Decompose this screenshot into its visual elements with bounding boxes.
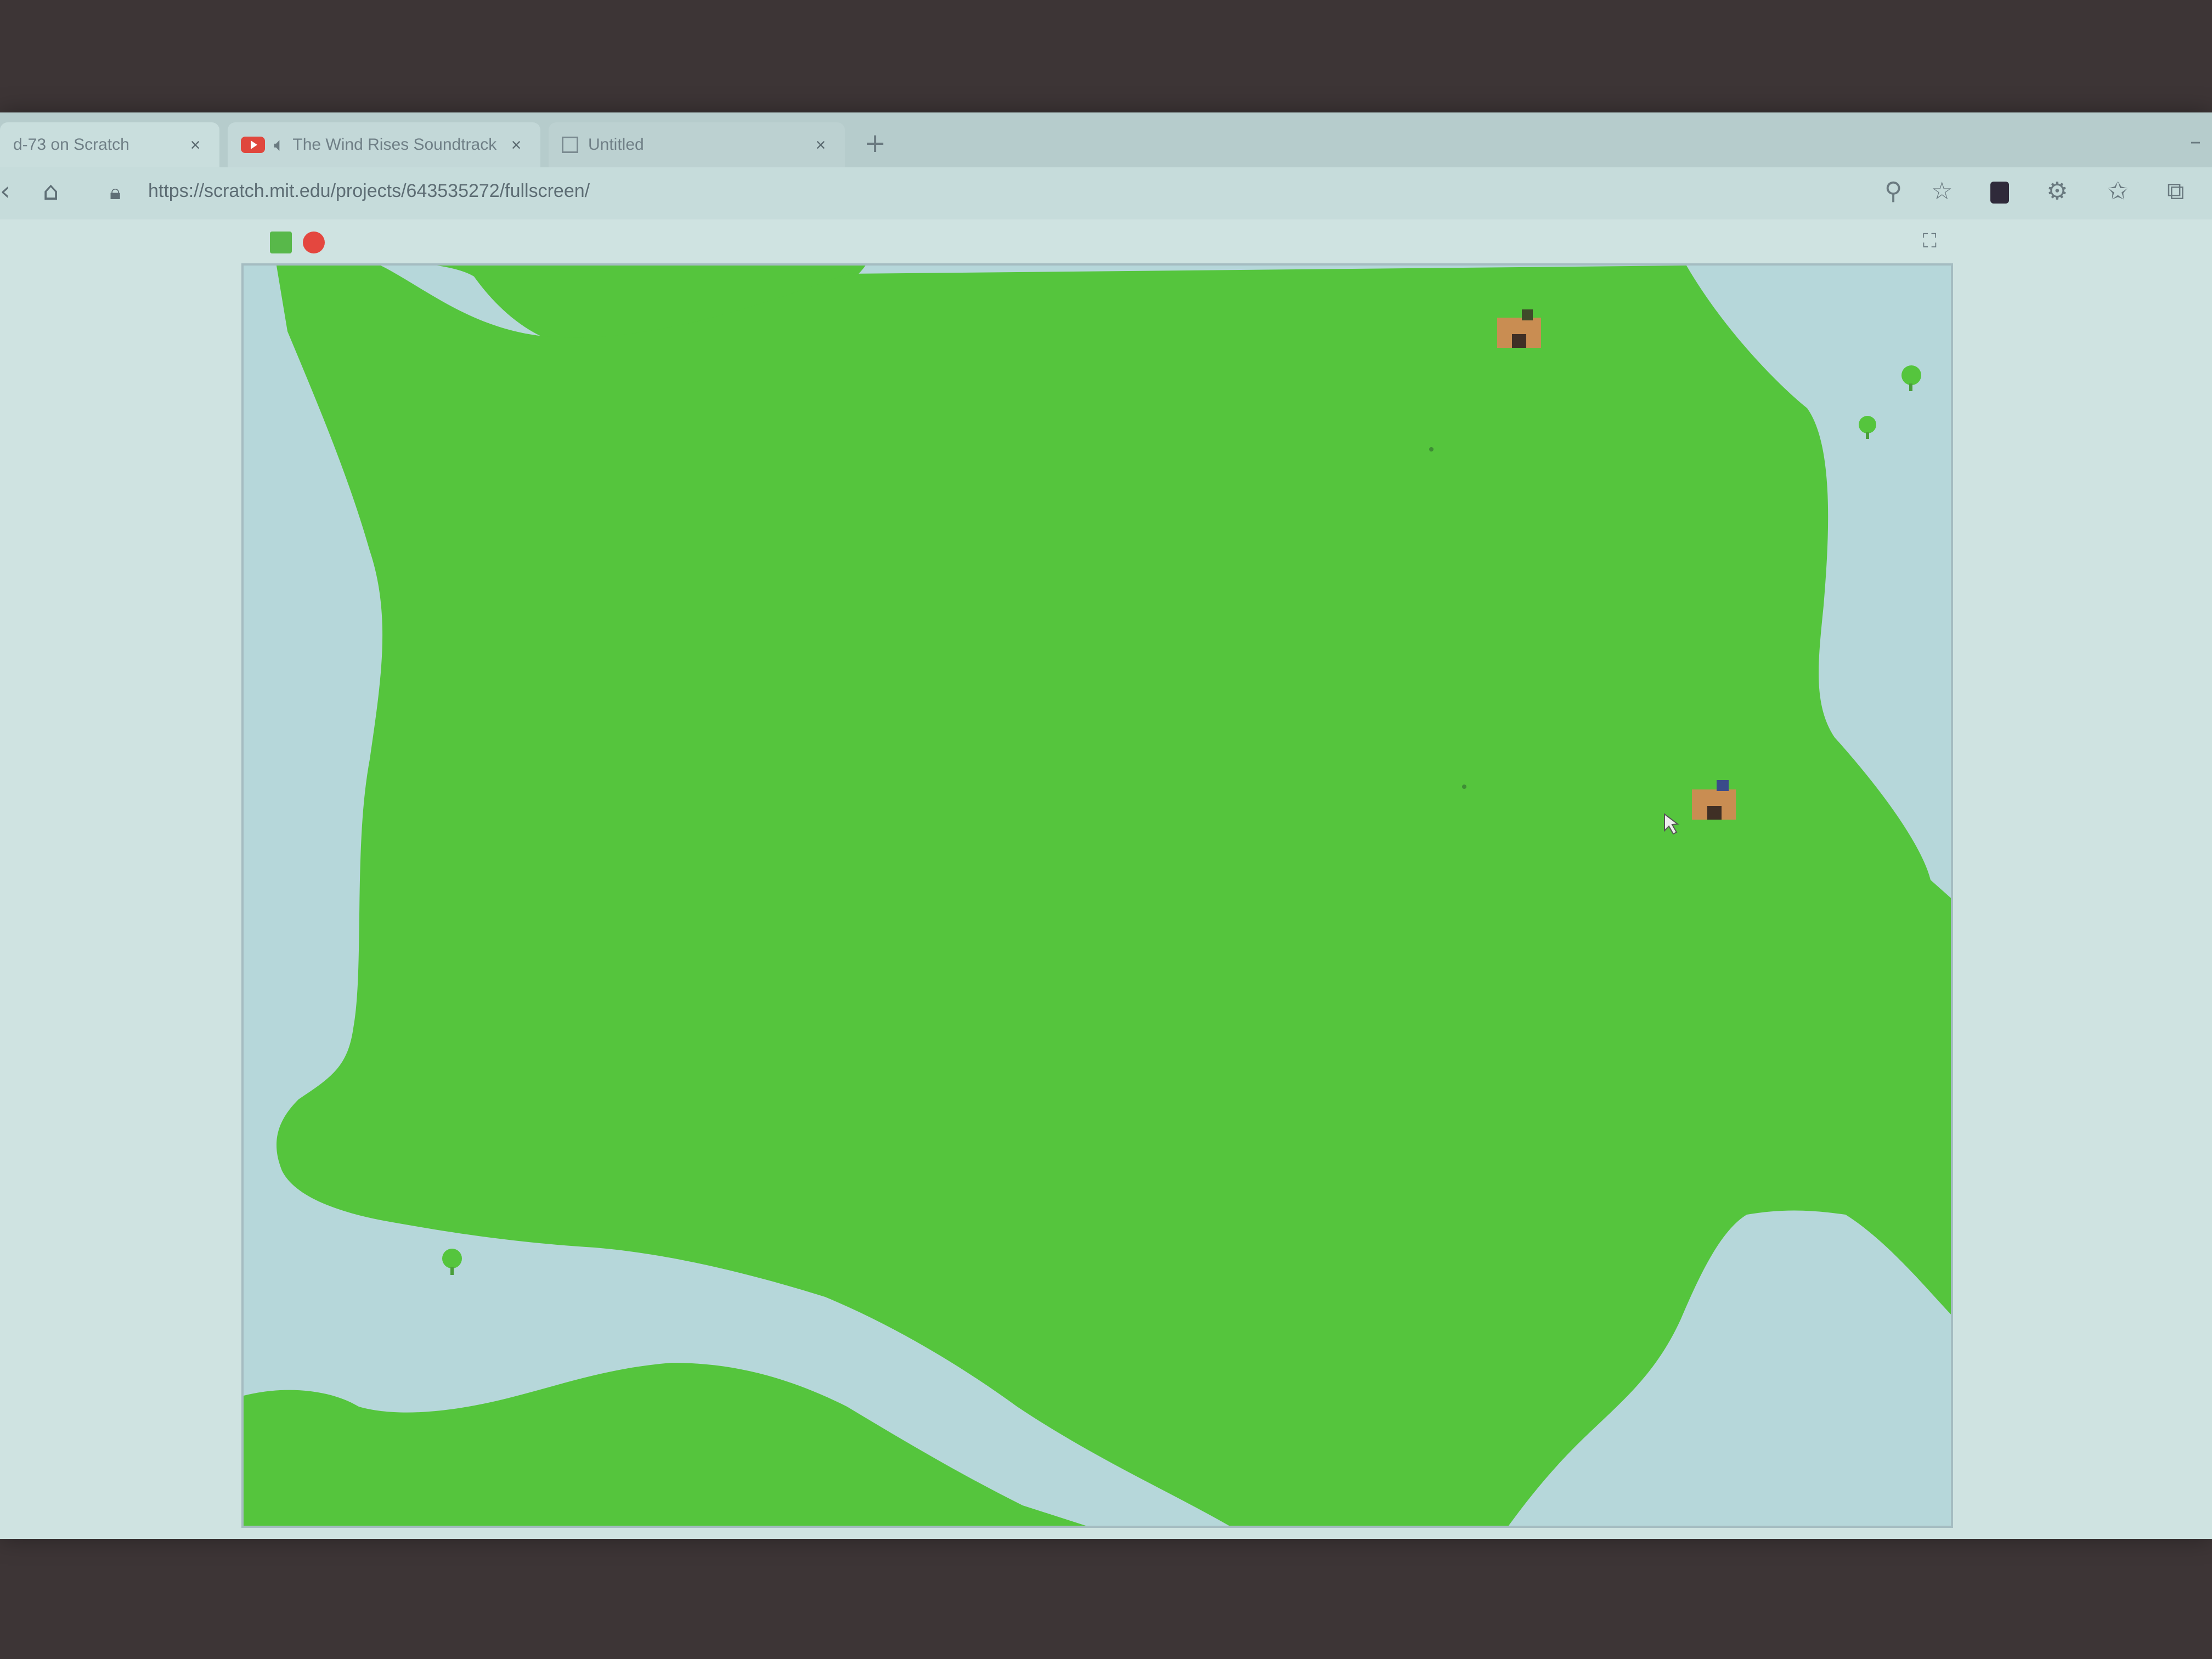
home-icon[interactable]: ⌂ bbox=[43, 178, 59, 204]
address-bar[interactable]: https://scratch.mit.edu/projects/6435352… bbox=[148, 180, 590, 202]
page-icon bbox=[562, 137, 578, 153]
star-icon[interactable]: ✩ bbox=[2108, 179, 2128, 204]
favorites-add-icon[interactable]: ☆ bbox=[1931, 179, 1953, 204]
projected-screen: d-73 on Scratch × 🔈︎ The Wind Rises Soun… bbox=[0, 112, 2212, 1539]
marker-dot bbox=[1462, 785, 1466, 789]
extension-icon[interactable] bbox=[1990, 182, 2009, 204]
minimize-icon[interactable]: – bbox=[2190, 129, 2201, 154]
tree-trunk bbox=[1909, 383, 1912, 391]
close-icon[interactable]: × bbox=[810, 135, 832, 155]
project-stage[interactable] bbox=[241, 263, 1953, 1528]
youtube-icon bbox=[241, 137, 265, 153]
tree-trunk bbox=[450, 1267, 454, 1275]
fullscreen-exit-icon[interactable]: ⛶ bbox=[1923, 232, 1937, 251]
speaker-icon[interactable]: 🔈︎ bbox=[274, 134, 285, 156]
close-icon[interactable]: × bbox=[184, 135, 206, 155]
map-canvas bbox=[244, 266, 1951, 1526]
close-icon[interactable]: × bbox=[505, 135, 527, 155]
tab-strip: d-73 on Scratch × 🔈︎ The Wind Rises Soun… bbox=[0, 112, 2212, 167]
lock-icon[interactable]: 🔒︎ bbox=[110, 182, 121, 202]
gear-icon[interactable]: ⚙ bbox=[2046, 179, 2068, 204]
zoom-icon[interactable]: ⚲ bbox=[1884, 179, 1902, 204]
tab-label: d-73 on Scratch bbox=[13, 136, 129, 154]
tree-trunk bbox=[1866, 432, 1869, 439]
collections-icon[interactable]: ⧉ bbox=[2167, 179, 2184, 204]
green-flag-icon[interactable] bbox=[270, 232, 292, 253]
tab-youtube[interactable]: 🔈︎ The Wind Rises Soundtrack × bbox=[228, 122, 540, 167]
navigation-bar: ‹ ⌂ 🔒︎ https://scratch.mit.edu/projects/… bbox=[0, 167, 2212, 219]
new-tab-button[interactable]: + bbox=[864, 130, 886, 156]
back-arrow-icon[interactable]: ‹ bbox=[0, 178, 10, 204]
stage-header: ⛶ bbox=[263, 219, 1937, 263]
tree bbox=[1901, 365, 1921, 385]
tab-scratch[interactable]: d-73 on Scratch × bbox=[0, 122, 219, 167]
tab-label: The Wind Rises Soundtrack bbox=[292, 136, 497, 154]
tab-label: Untitled bbox=[588, 136, 644, 154]
stop-sign-icon[interactable] bbox=[303, 232, 325, 253]
tree bbox=[442, 1249, 462, 1268]
tree bbox=[1859, 416, 1876, 433]
tab-untitled[interactable]: Untitled × bbox=[549, 122, 845, 167]
marker-dot bbox=[1429, 447, 1434, 452]
